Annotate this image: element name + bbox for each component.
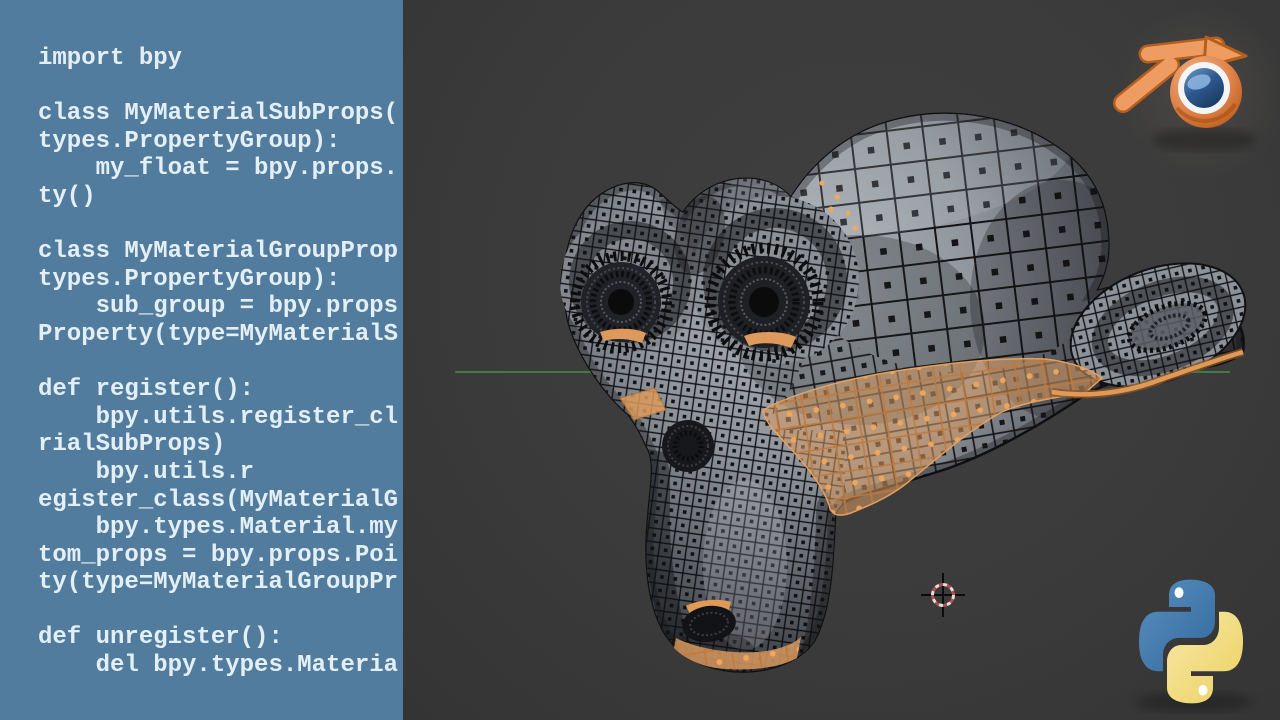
blender-logo-shadow [1152, 129, 1256, 151]
code-panel: import bpy class MyMaterialSubProps( typ… [0, 0, 403, 720]
python-logo-icon [1139, 580, 1243, 704]
code-text: import bpy class MyMaterialSubProps( typ… [0, 0, 403, 680]
nose [662, 420, 714, 472]
3d-cursor-icon [921, 573, 965, 617]
viewport-canvas [403, 0, 1280, 720]
suzanne-monkey-mesh [551, 79, 1263, 690]
thumbnail: import bpy class MyMaterialSubProps( typ… [0, 0, 1280, 720]
blender-3d-viewport [403, 0, 1280, 720]
